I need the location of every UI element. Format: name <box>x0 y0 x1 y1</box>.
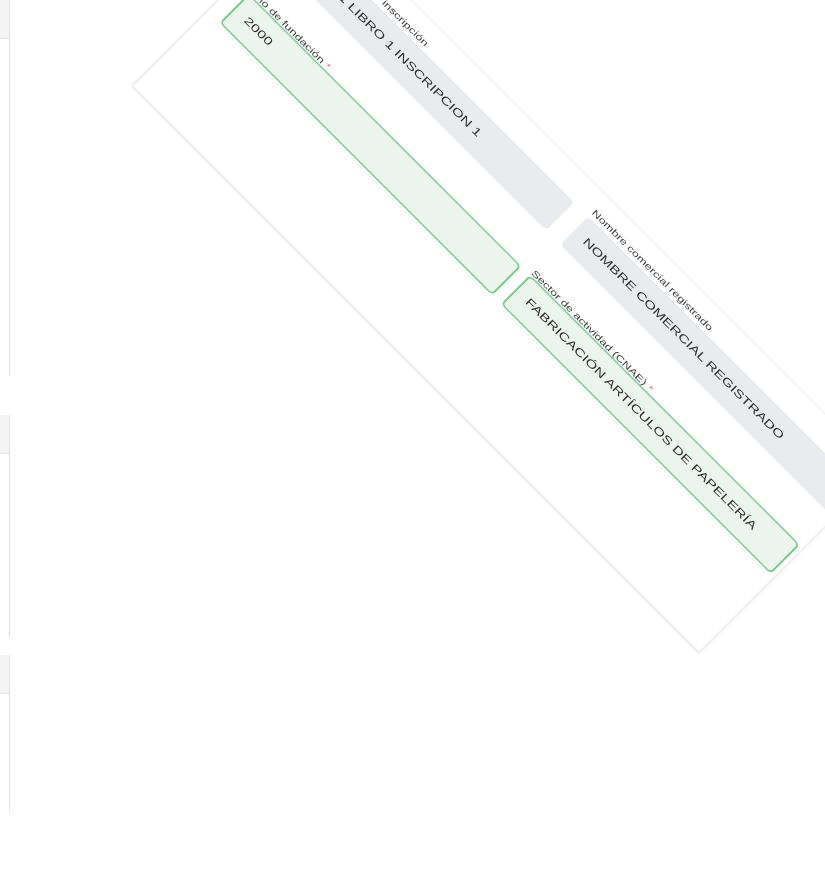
background-panel-header <box>0 0 9 39</box>
background-panel <box>0 415 10 637</box>
rotated-form-view: Datos registrales inscripción TOMO 1 LIB… <box>0 0 825 885</box>
background-panel <box>0 655 10 811</box>
background-panel-header <box>0 655 9 694</box>
background-panel-header <box>0 415 9 454</box>
form-card <box>132 0 825 653</box>
